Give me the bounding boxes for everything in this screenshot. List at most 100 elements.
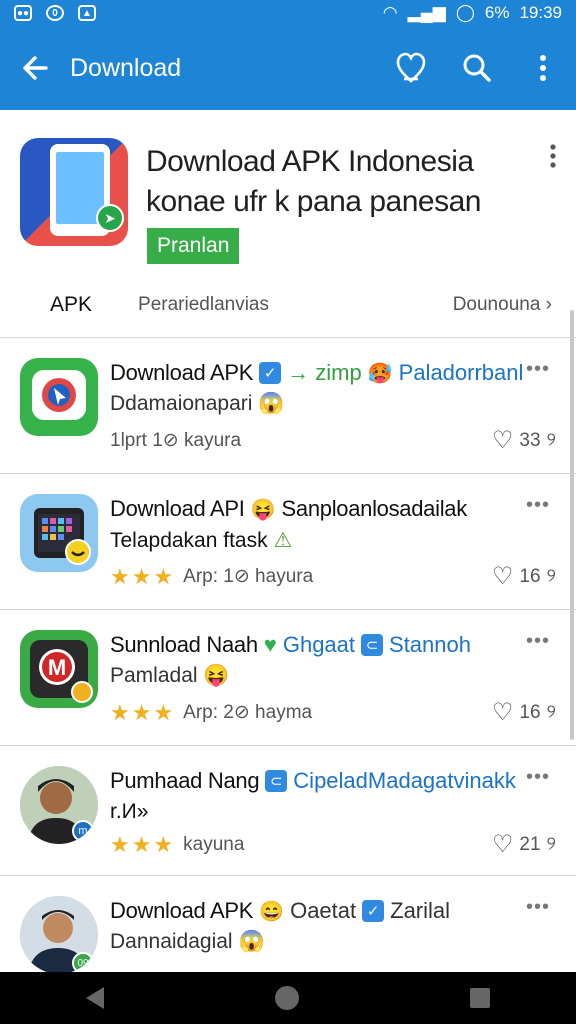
comment-icon: ୨ xyxy=(546,565,556,587)
image-icon: ▲ xyxy=(78,5,96,21)
item-sub-text: Dannaidagial xyxy=(110,930,233,953)
app-avatar: M xyxy=(20,630,98,708)
hot-face-icon: 🥵 xyxy=(367,362,393,385)
list-item[interactable]: 09 Download APK 😄 Oaetat ✓ Zarilal ••• D… xyxy=(0,876,576,972)
page-title: Download xyxy=(70,53,182,82)
comment-icon: ୨ xyxy=(546,701,556,723)
scream-emoji-icon: 😱 xyxy=(238,930,265,953)
more-icon[interactable]: ••• xyxy=(526,358,550,381)
item-extra: CipeladMadagatvinakk xyxy=(293,768,516,793)
app-icon[interactable]: ➤ xyxy=(20,138,128,246)
hero-title: Download APK Indonesia konae ufr k pana … xyxy=(146,142,526,222)
more-icon[interactable]: ••• xyxy=(526,896,550,919)
nav-home-icon[interactable] xyxy=(274,986,299,1010)
item-title-line: Download APK 😄 Oaetat ✓ Zarilal xyxy=(110,898,530,924)
hero-card: ➤ Download APK Indonesia konae ufr k pan… xyxy=(0,110,576,338)
tab-apk[interactable]: APK xyxy=(50,293,92,317)
link-icon: ⊂ xyxy=(361,634,384,656)
like-count[interactable]: ♡ 33 ୨ xyxy=(492,426,556,455)
item-subtitle: r.И» xyxy=(110,800,149,823)
avatar-badge: m xyxy=(72,820,94,842)
system-nav-bar xyxy=(0,972,576,1024)
status-bar: ●● 0 ▲ ◠ ▂▄▆ ◯ 6% 19:39 xyxy=(0,0,576,26)
item-meta-text: Arp: 2⊘ hayma xyxy=(183,702,313,723)
item-sub-text: Ddamaionapari xyxy=(110,392,253,415)
like-count[interactable]: ♡ 16 ୨ xyxy=(492,562,556,591)
avatar-badge: 09 xyxy=(72,952,94,972)
nav-recents-icon[interactable] xyxy=(470,988,491,1008)
item-name: Download API xyxy=(110,496,245,521)
like-number: 21 xyxy=(519,833,541,855)
app-avatar xyxy=(20,358,98,436)
vpn-icon: 0 xyxy=(46,5,64,21)
like-count[interactable]: ♡ 21 ୨ xyxy=(492,830,556,859)
item-extra-2: Stannoh xyxy=(389,632,471,657)
star-rating: ★★★ xyxy=(110,563,176,589)
item-extra: → zimp xyxy=(287,360,362,385)
like-count[interactable]: ♡ 16 ୨ xyxy=(492,698,556,727)
item-subtitle: Ddamaionapari 😱 xyxy=(110,392,516,416)
smile-emoji-icon: 😄 xyxy=(259,900,285,923)
item-meta-text: 1lprt 1⊘ kayura xyxy=(110,430,242,451)
wifi-icon: ◠ xyxy=(382,3,398,22)
item-title-line: Download APK ✓ → zimp 🥵 Paladorrbanl xyxy=(110,360,530,386)
battery-icon: ◯ xyxy=(455,3,475,22)
overflow-menu-icon[interactable] xyxy=(510,26,576,110)
star-rating: ★★★ xyxy=(110,831,176,857)
list-item[interactable]: m Pumhaad Nang ⊂ CipeladMadagatvinakk ••… xyxy=(0,746,576,876)
comment-icon: ୨ xyxy=(546,833,556,855)
item-meta-text: kayuna xyxy=(183,833,245,855)
crown-icon[interactable] xyxy=(378,26,444,110)
item-name: Pumhaad Nang xyxy=(110,768,260,793)
app-avatar xyxy=(20,494,98,572)
item-name: Download APK xyxy=(110,360,254,385)
link-icon: ⊂ xyxy=(265,770,288,792)
comment-icon: ୨ xyxy=(546,429,556,451)
like-number: 16 xyxy=(519,565,541,587)
tab-second[interactable]: Perariedlanvias xyxy=(138,294,269,316)
search-icon[interactable] xyxy=(444,26,510,110)
item-meta-text: Arp: 1⊘ hayura xyxy=(183,566,314,587)
more-icon[interactable]: ••• xyxy=(526,766,550,789)
item-meta: ★★★ Arp: 1⊘ hayura ♡ 16 ୨ xyxy=(110,562,556,591)
item-title-line: Download API 😝 Sanploanlosadailak xyxy=(110,496,530,522)
hero-more-icon[interactable] xyxy=(550,144,556,175)
more-icon[interactable]: ••• xyxy=(526,494,550,517)
item-subtitle: Dannaidagial 😱 xyxy=(110,930,516,954)
grin-emoji-icon: 😝 xyxy=(250,498,276,521)
item-name: Download APK xyxy=(110,898,254,923)
scrollbar[interactable] xyxy=(570,310,574,740)
heart-icon: ♡ xyxy=(491,427,514,454)
tab-bar: APK Perariedlanvias Dounouna › xyxy=(0,282,576,328)
heart-icon: ♡ xyxy=(491,699,514,726)
category-tag[interactable]: Pranlan xyxy=(147,228,240,264)
like-number: 33 xyxy=(519,429,541,451)
tab-more-link[interactable]: Dounouna › xyxy=(453,294,552,316)
item-extra: Sanploanlosadailak xyxy=(281,496,468,521)
like-number: 16 xyxy=(519,701,541,723)
list-item[interactable]: Download API 😝 Sanploanlosadailak ••• Te… xyxy=(0,474,576,610)
list-item[interactable]: M Sunnload Naah ♥ Ghgaat ⊂ Stannoh ••• P… xyxy=(0,610,576,746)
back-arrow-icon[interactable] xyxy=(0,26,70,110)
heart-check-icon: ♥ xyxy=(263,632,277,657)
verified-icon: ✓ xyxy=(362,900,385,922)
hero-title-line1: Download APK Indonesia xyxy=(146,145,474,178)
item-extra: Oaetat xyxy=(290,898,357,923)
user-avatar: m xyxy=(20,766,98,844)
send-badge-icon: ➤ xyxy=(96,204,124,232)
svg-text:M: M xyxy=(48,655,66,680)
item-title-line: Pumhaad Nang ⊂ CipeladMadagatvinakk xyxy=(110,768,530,794)
clock: 19:39 xyxy=(519,3,562,22)
item-extra-2: Paladorrbanl xyxy=(398,360,524,385)
nav-back-icon[interactable] xyxy=(85,987,104,1009)
more-icon[interactable]: ••• xyxy=(526,630,550,653)
item-meta: ★★★ kayuna ♡ 21 ୨ xyxy=(110,830,556,859)
warning-icon: ⚠ xyxy=(273,529,293,552)
scream-emoji-icon: 😱 xyxy=(258,392,285,415)
list-item[interactable]: Download APK ✓ → zimp 🥵 Paladorrbanl •••… xyxy=(0,338,576,474)
grin-emoji-icon: 😝 xyxy=(203,664,230,687)
heart-icon: ♡ xyxy=(491,831,514,858)
hero-title-line2: konae ufr k pana panesan xyxy=(146,185,481,218)
item-extra-2: Zarilal xyxy=(390,898,451,923)
item-meta: ★★★ Arp: 2⊘ hayma ♡ 16 ୨ xyxy=(110,698,556,727)
